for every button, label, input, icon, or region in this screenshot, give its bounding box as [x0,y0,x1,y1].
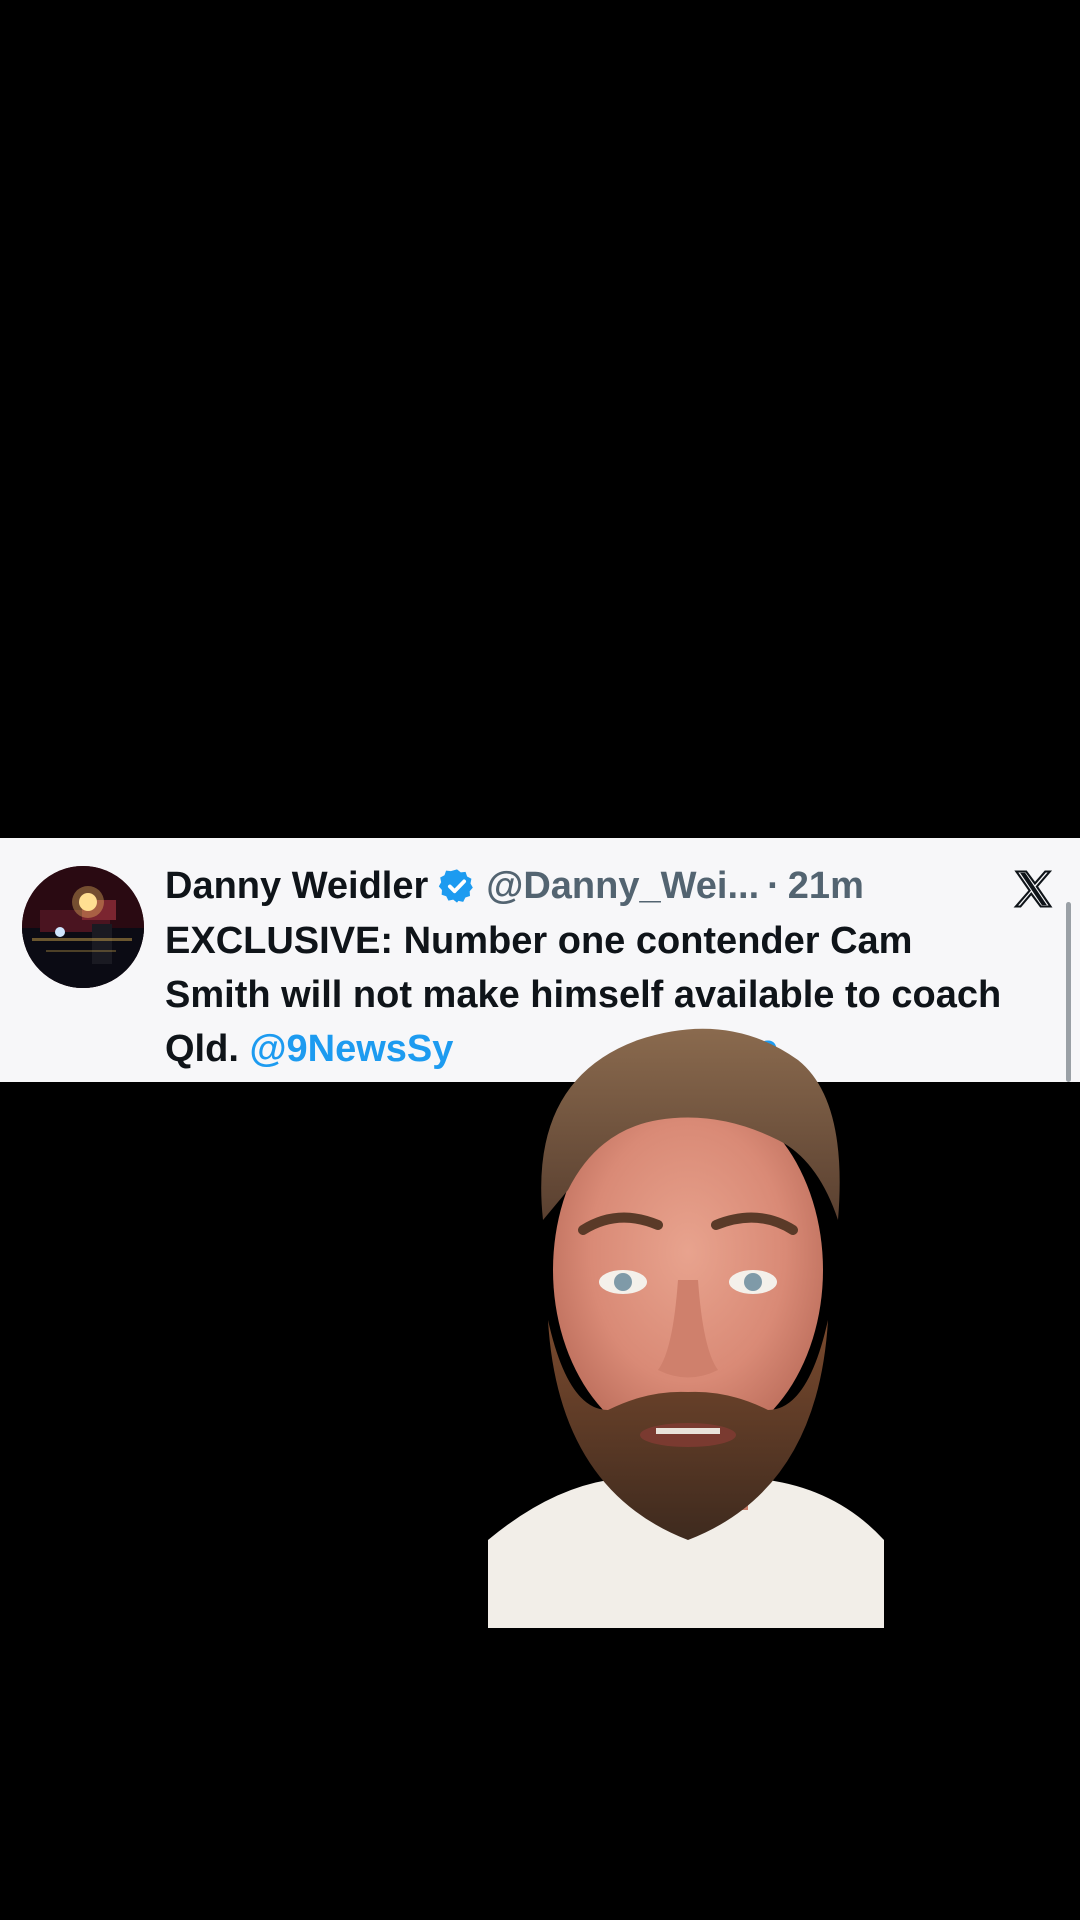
mention-link[interactable]: @9NewsSy [249,1028,453,1070]
tweet-header: Danny Weidler @Danny_Wei... · 21m [165,860,1005,912]
presenter-image [488,1028,884,1628]
avatar[interactable] [22,866,144,988]
video-frame: Danny Weidler @Danny_Wei... · 21m EXCLUS… [0,0,1080,1920]
avatar-image [22,866,144,988]
timestamp[interactable]: 21m [788,860,864,912]
scrollbar[interactable] [1066,902,1071,1082]
display-name[interactable]: Danny Weidler [165,860,428,912]
x-logo-icon[interactable] [1012,868,1054,910]
verified-badge-icon [438,867,476,905]
separator-dot: · [767,865,780,907]
handle[interactable]: @Danny_Wei... [486,860,759,912]
presenter-video [488,1020,884,1628]
